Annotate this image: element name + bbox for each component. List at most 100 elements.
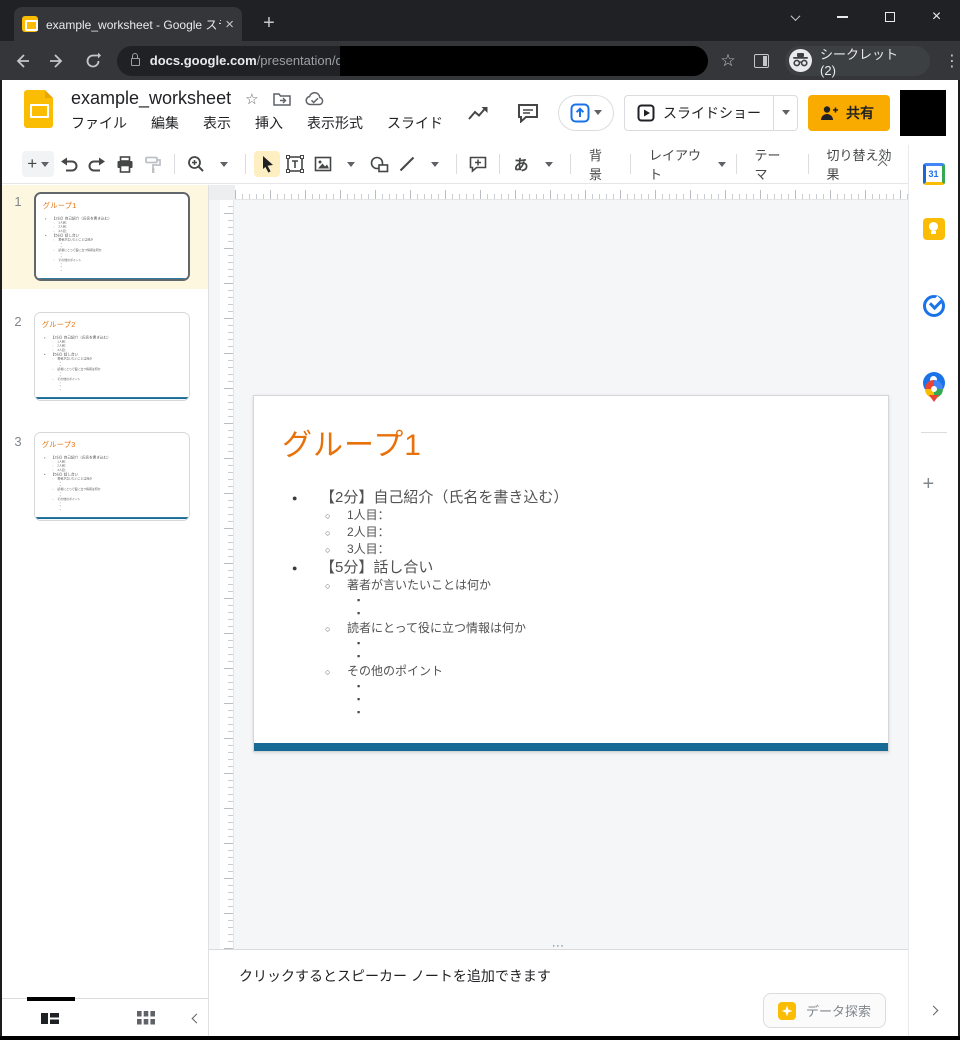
notes-resize-handle[interactable]: ⋯ xyxy=(552,938,566,954)
close-window-button[interactable]: × xyxy=(913,0,960,34)
slide-bullet xyxy=(357,650,864,663)
cloud-status-icon[interactable] xyxy=(305,92,325,106)
slide-bullet xyxy=(357,680,864,693)
browser-tab[interactable]: example_worksheet - Google スラ × xyxy=(14,7,242,41)
hide-side-panel-button[interactable] xyxy=(922,998,946,1022)
menu-item[interactable]: 表示形式 xyxy=(307,113,363,133)
present-button[interactable] xyxy=(558,95,614,131)
slide-body-textbox[interactable]: 【2分】自己紹介（氏名を書き込む）1人目：2人目：3人目：【5分】話し合い著者が… xyxy=(320,488,864,719)
current-slide[interactable]: グループ1 【2分】自己紹介（氏名を書き込む）1人目：2人目：3人目：【5分】話… xyxy=(253,395,889,752)
star-document-icon[interactable]: ☆ xyxy=(245,90,258,108)
collapse-toolbar-button[interactable] xyxy=(870,153,894,177)
grid-view-icon xyxy=(137,1011,155,1025)
new-slide-button[interactable]: + xyxy=(22,151,54,177)
maximize-icon xyxy=(885,12,895,22)
keep-icon[interactable] xyxy=(923,218,945,240)
menu-item[interactable]: 挿入 xyxy=(255,113,283,133)
slide-thumbnail-2[interactable]: 2 グループ2 【2分】自己紹介（氏名を書き込む）1人目：2人目：3人目：【5分… xyxy=(2,305,208,409)
theme-button[interactable]: テーマ xyxy=(744,151,799,177)
side-panel-icon[interactable] xyxy=(754,54,770,68)
redacted-element xyxy=(27,997,75,1001)
new-tab-button[interactable]: + xyxy=(256,10,282,36)
redo-button[interactable] xyxy=(84,151,110,177)
tab-title: example_worksheet - Google スラ xyxy=(46,16,221,33)
reload-button[interactable] xyxy=(79,47,107,75)
move-folder-icon[interactable] xyxy=(273,92,291,106)
thumbnail-frame[interactable]: グループ1 【2分】自己紹介（氏名を書き込む）1人目：2人目：3人目：【5分】話… xyxy=(34,192,190,281)
text-style-button[interactable]: あ xyxy=(508,151,534,177)
insert-comment-button[interactable] xyxy=(465,151,491,177)
menu-item[interactable]: スライド xyxy=(387,113,443,133)
menu-item[interactable]: 編集 xyxy=(151,113,179,133)
slide-thumbnail-1[interactable]: 1 グループ1 【2分】自己紹介（氏名を書き込む）1人目：2人目：3人目：【5分… xyxy=(2,185,208,289)
get-addons-button[interactable]: + xyxy=(923,473,945,495)
url-path: /presentation/d/ xyxy=(257,53,347,68)
thumbnail-frame[interactable]: グループ3 【2分】自己紹介（氏名を書き込む）1人目：2人目：3人目：【5分】話… xyxy=(34,432,190,521)
transition-button[interactable]: 切り替え効果 xyxy=(817,151,908,177)
account-avatar-redacted[interactable] xyxy=(900,90,946,136)
undo-button[interactable] xyxy=(56,151,82,177)
select-tool-button[interactable] xyxy=(254,151,280,177)
window-menu-button[interactable] xyxy=(772,0,819,34)
minimize-button[interactable] xyxy=(819,0,866,34)
comments-button[interactable] xyxy=(508,93,548,133)
caret-down-icon xyxy=(431,162,439,167)
slideshow-options-button[interactable] xyxy=(773,96,797,130)
toolbar-divider xyxy=(174,154,175,174)
text-box-button[interactable] xyxy=(282,151,308,177)
calendar-icon[interactable]: 31 xyxy=(923,163,945,185)
print-icon xyxy=(116,156,134,173)
url-bar[interactable]: docs.google.com /presentation/d/ xyxy=(117,46,709,76)
forward-button[interactable] xyxy=(44,47,72,75)
back-button[interactable] xyxy=(8,47,36,75)
document-title[interactable]: example_worksheet xyxy=(71,88,231,109)
slide-bullet: 著者が言いたいことは何か xyxy=(347,577,864,594)
collapse-filmstrip-button[interactable] xyxy=(186,1008,206,1028)
print-button[interactable] xyxy=(112,151,138,177)
image-caret-button[interactable] xyxy=(338,151,364,177)
explore-button[interactable]: データ探索 xyxy=(763,993,886,1028)
ruler-corner xyxy=(209,185,235,200)
menu-item[interactable]: 表示 xyxy=(203,113,231,133)
maximize-button[interactable] xyxy=(866,0,913,34)
zoom-caret-button[interactable] xyxy=(211,151,237,177)
tab-close-icon[interactable]: × xyxy=(225,16,234,33)
tasks-icon[interactable] xyxy=(923,295,945,317)
filmstrip-view-button[interactable] xyxy=(40,1008,60,1028)
slideshow-button[interactable]: スライドショー xyxy=(624,95,798,131)
thumb-bullet xyxy=(61,269,184,272)
line-caret-button[interactable] xyxy=(422,151,448,177)
incognito-badge[interactable]: シークレット (2) xyxy=(785,46,930,76)
insert-shape-button[interactable] xyxy=(366,151,392,177)
slide-title-textbox[interactable]: グループ1 xyxy=(282,420,422,464)
share-button[interactable]: 共有 xyxy=(808,95,890,131)
paint-format-button[interactable] xyxy=(140,151,166,177)
app-toolbar: + xyxy=(2,145,908,184)
grid-view-button[interactable] xyxy=(136,1008,156,1028)
notes-placeholder[interactable]: クリックするとスピーカー ノートを追加できます xyxy=(209,950,908,986)
thumbnail-frame[interactable]: グループ2 【2分】自己紹介（氏名を書き込む）1人目：2人目：3人目：【5分】話… xyxy=(34,312,190,401)
browser-menu-icon[interactable]: ⋮ xyxy=(944,51,960,71)
zoom-button[interactable] xyxy=(183,151,209,177)
insert-line-button[interactable] xyxy=(394,151,420,177)
bookmark-star-icon[interactable]: ☆ xyxy=(720,51,735,71)
browser-titlebar: example_worksheet - Google スラ × + × xyxy=(0,0,960,41)
slide-thumbnail-3[interactable]: 3 グループ3 【2分】自己紹介（氏名を書き込む）1人目：2人目：3人目：【5分… xyxy=(2,425,208,529)
caret-down-icon xyxy=(782,110,790,115)
insert-image-button[interactable] xyxy=(310,151,336,177)
slide-canvas[interactable]: グループ1 【2分】自己紹介（氏名を書き込む）1人目：2人目：3人目：【5分】話… xyxy=(209,185,908,949)
background-button[interactable]: 背景 xyxy=(579,151,622,177)
slide-bullet: 3人目： xyxy=(347,541,864,558)
layout-button[interactable]: レイアウト xyxy=(639,151,728,177)
caret-down-icon xyxy=(220,162,228,167)
redacted-url-segment xyxy=(340,46,708,76)
comment-add-icon xyxy=(469,156,487,173)
minimize-icon xyxy=(837,16,848,18)
text-style-caret-button[interactable] xyxy=(536,151,562,177)
menu-item[interactable]: ファイル xyxy=(71,113,127,133)
activity-dashboard-button[interactable] xyxy=(458,93,498,133)
slides-logo-icon[interactable] xyxy=(24,90,53,128)
maps-icon[interactable] xyxy=(925,380,943,402)
menubar: ファイル編集表示挿入表示形式スライド配置 xyxy=(71,113,486,133)
speaker-notes-panel[interactable]: ⋯ クリックするとスピーカー ノートを追加できます データ探索 xyxy=(209,949,908,1036)
